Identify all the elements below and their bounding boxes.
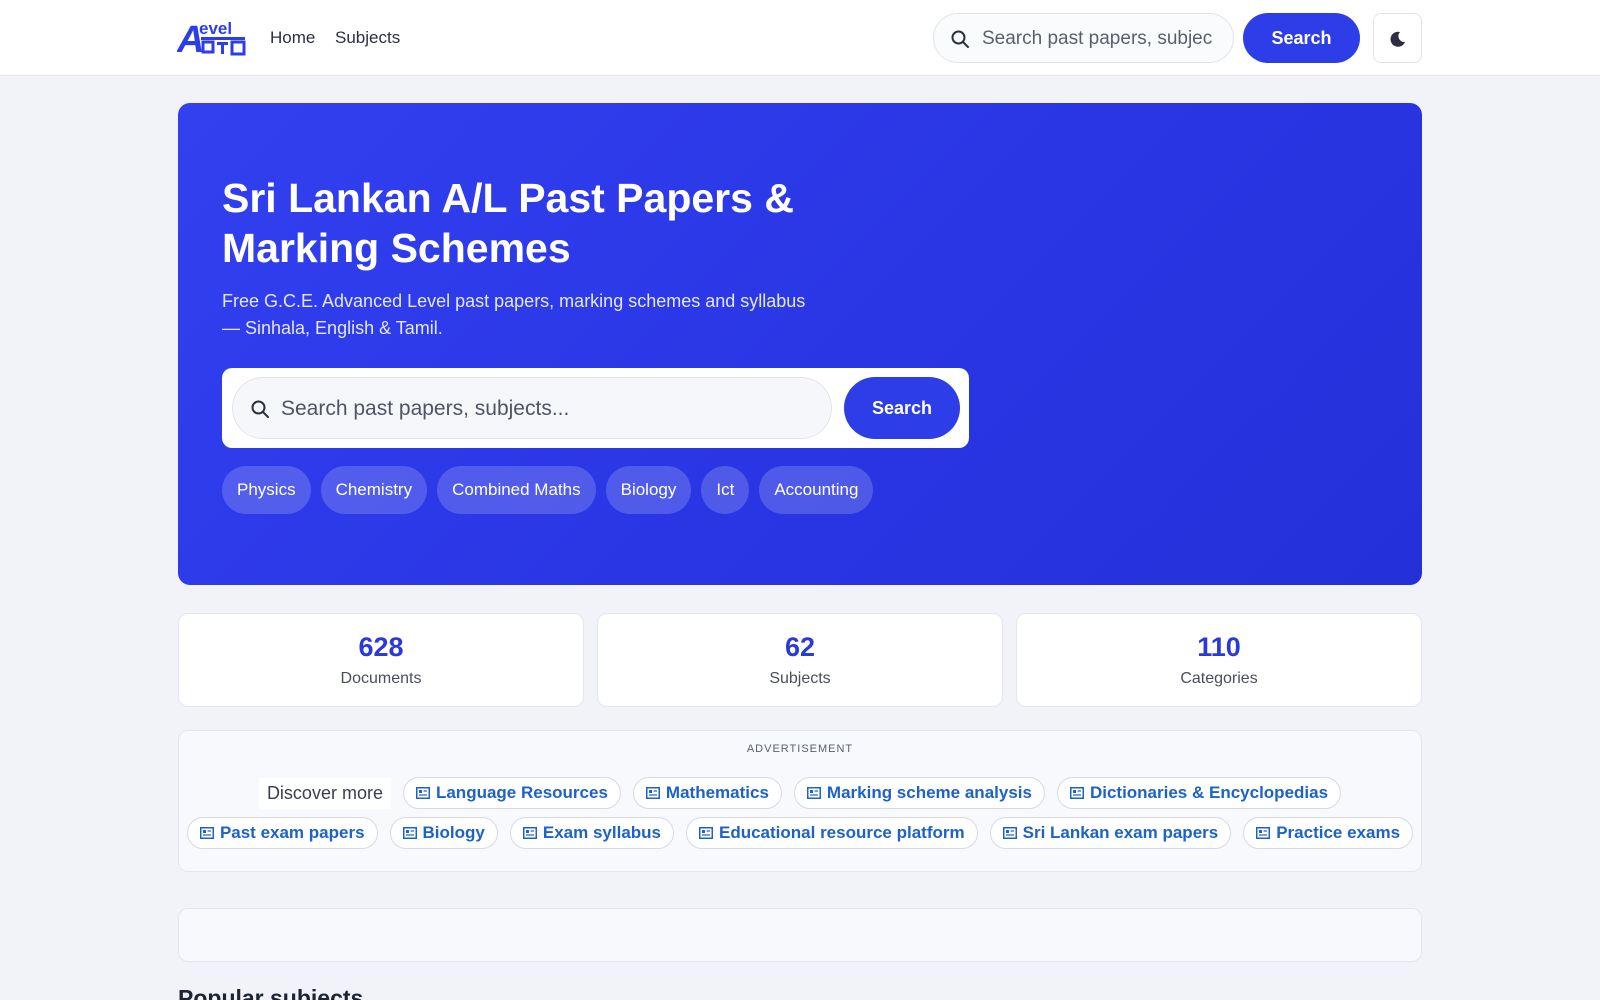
hero-search-input[interactable] <box>281 394 811 424</box>
ad-link[interactable]: Exam syllabus <box>509 817 674 849</box>
hero-subtitle-line1: Free G.C.E. Advanced Level past papers, … <box>222 291 806 311</box>
chip-accounting[interactable]: Accounting <box>759 466 874 514</box>
ad-link-label: Practice exams <box>1276 823 1401 842</box>
stat-value: 110 <box>1197 632 1241 662</box>
stat-value: 628 <box>358 632 404 662</box>
ad-link-label: Exam syllabus <box>542 823 661 842</box>
ad-link[interactable]: Past exam papers <box>186 817 378 849</box>
ad-link-label: Language Resources <box>435 783 608 802</box>
chip-chemistry[interactable]: Chemistry <box>320 466 428 514</box>
search-icon <box>250 399 270 424</box>
stat-value: 62 <box>784 632 816 662</box>
ad-link[interactable]: Dictionaries & Encyclopedias <box>1056 777 1342 809</box>
header-search-button[interactable]: Search <box>1243 13 1360 63</box>
hero-title: Sri Lankan A/L Past Papers & Marking Sch… <box>222 173 862 273</box>
header-search-field <box>933 13 1234 63</box>
chip-biology[interactable]: Biology <box>605 466 692 514</box>
ad-placeholder <box>178 908 1422 962</box>
hero-banner: Sri Lankan A/L Past Papers & Marking Sch… <box>178 103 1422 585</box>
moon-icon <box>1390 31 1405 47</box>
newspaper-icon <box>1069 787 1084 799</box>
ad-row: Past exam papers Biology Exam syllabus E… <box>179 817 1421 849</box>
theme-toggle-button[interactable] <box>1373 13 1422 63</box>
newspaper-icon <box>699 827 713 839</box>
stat-card-subjects: 62 Subjects <box>597 613 1003 707</box>
newspaper-icon <box>1256 827 1271 839</box>
header-search-input[interactable] <box>982 26 1212 52</box>
subject-chips: Physics Chemistry Combined Maths Biology… <box>222 466 874 514</box>
ad-link-label: Mathematics <box>665 783 769 802</box>
chip-physics[interactable]: Physics <box>222 466 311 514</box>
ad-link-label: Dictionaries & Encyclopedias <box>1089 783 1329 802</box>
ad-link[interactable]: Marking scheme analysis <box>793 777 1045 809</box>
newspaper-icon <box>402 827 417 839</box>
site-logo[interactable]: A evel <box>176 18 251 61</box>
newspaper-icon <box>806 787 821 799</box>
nav-home-link[interactable]: Home <box>270 28 315 48</box>
hero-subtitle: Free G.C.E. Advanced Level past papers, … <box>222 288 872 342</box>
ad-link-label: Past exam papers <box>219 823 365 842</box>
ad-row: Discover more Language Resources Mathema… <box>179 777 1421 809</box>
search-icon <box>950 29 970 49</box>
stat-card-documents: 628 Documents <box>178 613 584 707</box>
chip-ict[interactable]: Ict <box>701 466 750 514</box>
stat-label: Subjects <box>769 670 831 687</box>
ad-link-label: Educational resource platform <box>719 823 965 842</box>
stat-label: Categories <box>1180 670 1258 687</box>
newspaper-icon <box>1002 827 1017 839</box>
chip-combined-maths[interactable]: Combined Maths <box>437 466 596 514</box>
newspaper-icon <box>415 787 430 799</box>
stat-card-categories: 110 Categories <box>1016 613 1422 707</box>
ad-link-label: Marking scheme analysis <box>826 783 1032 802</box>
ad-link[interactable]: Practice exams <box>1243 817 1414 849</box>
hero-search-field <box>232 377 832 439</box>
advertisement-block: ADVERTISEMENT Discover more Language Res… <box>178 730 1422 872</box>
hero-search-button[interactable]: Search <box>844 377 960 439</box>
ad-link[interactable]: Biology <box>389 817 498 849</box>
hero-title-line2: Marking Schemes <box>222 225 571 271</box>
newspaper-icon <box>522 827 537 839</box>
discover-more-label: Discover more <box>258 777 391 809</box>
ad-link[interactable]: Sri Lankan exam papers <box>989 817 1232 849</box>
ad-link-label: Sri Lankan exam papers <box>1022 823 1219 842</box>
hero-search-box: Search <box>222 368 969 448</box>
top-navigation-bar: A evel Home Subjects Search <box>0 0 1600 76</box>
newspaper-icon <box>645 787 660 799</box>
nav-subjects-link[interactable]: Subjects <box>335 28 400 48</box>
ad-link[interactable]: Language Resources <box>402 777 621 809</box>
newspaper-icon <box>199 827 214 839</box>
popular-subjects-heading: Popular subjects <box>178 985 364 1000</box>
hero-title-line1: Sri Lankan A/L Past Papers & <box>222 175 794 221</box>
svg-text:evel: evel <box>199 19 232 38</box>
advertisement-label: ADVERTISEMENT <box>746 743 854 755</box>
ad-link[interactable]: Mathematics <box>632 777 782 809</box>
hero-subtitle-line2: — Sinhala, English & Tamil. <box>222 318 443 338</box>
stat-label: Documents <box>340 670 422 687</box>
ad-link[interactable]: Educational resource platform <box>686 817 978 849</box>
ad-link-label: Biology <box>422 823 485 842</box>
